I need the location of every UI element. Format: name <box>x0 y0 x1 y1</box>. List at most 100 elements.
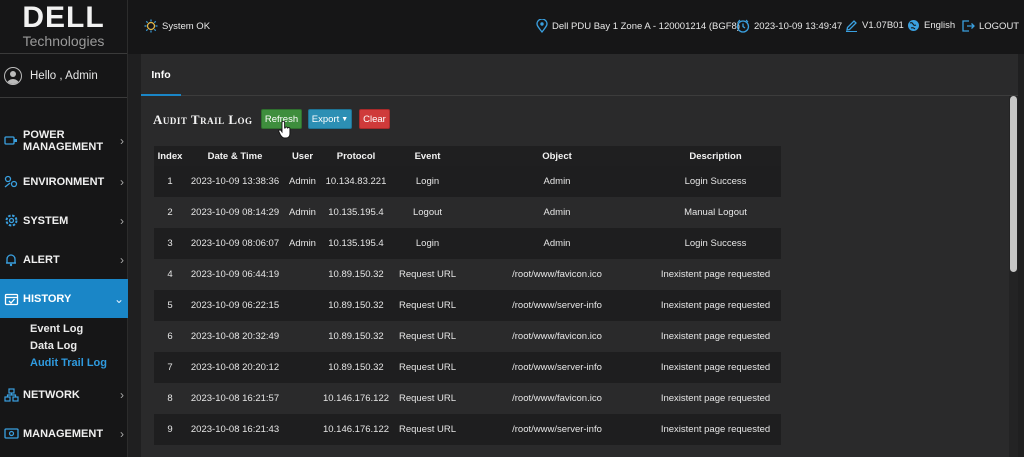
table-cell: 4 <box>154 259 186 290</box>
column-header: User <box>284 146 321 166</box>
version-text: V1.07B01 <box>862 20 904 31</box>
table-cell: 9 <box>154 414 186 445</box>
table-row[interactable]: 1 2023-10-09 13:38:36 Admin 10.134.83.221 Lo… <box>154 166 781 197</box>
chevron-right-icon: › <box>120 174 124 189</box>
caret-down-icon: ▼ <box>341 115 349 123</box>
device-location: Dell PDU Bay 1 Zone A - 120001214 (BGF8) <box>536 19 740 33</box>
table-cell: Admin <box>284 197 321 228</box>
top-bar: System OK Dell PDU Bay 1 Zone A - 120001… <box>128 0 1024 54</box>
table-cell <box>284 414 321 445</box>
table-cell: 10.146.176.122 <box>321 414 391 445</box>
table-cell: Inexistent page requested <box>650 352 781 383</box>
sidebar-item-label: NETWORK <box>23 388 80 401</box>
table-cell: Admin <box>284 166 321 197</box>
firmware-version: V1.07B01 <box>845 19 904 32</box>
table-cell: Request URL <box>391 352 464 383</box>
sidebar-item-management[interactable]: MANAGEMENT › <box>0 414 128 453</box>
table-cell: 1 <box>154 166 186 197</box>
table-cell: 2023-10-09 13:38:36 <box>186 166 284 197</box>
power-icon <box>2 132 20 150</box>
sidebar-item-label: HISTORY <box>23 292 72 305</box>
sidebar-item-label: SYSTEM <box>23 214 69 227</box>
network-icon <box>2 386 20 404</box>
greeting-text: Hello , Admin <box>30 69 98 82</box>
column-header: Object <box>464 146 650 166</box>
table-cell: 2023-10-09 08:14:29 <box>186 197 284 228</box>
submenu-data-log[interactable]: Data Log <box>0 338 128 355</box>
chevron-right-icon: › <box>120 387 124 402</box>
submenu-audit-trail-log[interactable]: Audit Trail Log <box>0 355 128 372</box>
table-row[interactable]: 2 2023-10-09 08:14:29 Admin 10.135.195.4 Log… <box>154 197 781 228</box>
table-cell <box>284 290 321 321</box>
chevron-down-icon: ⌄ <box>113 291 124 306</box>
logout-button[interactable]: LOGOUT <box>961 19 1019 33</box>
bell-icon <box>2 251 20 269</box>
nav-menu: POWER MANAGEMENT › ENVIRONMENT › SYSTEM … <box>0 120 128 453</box>
sidebar-item-power-management[interactable]: POWER MANAGEMENT › <box>0 120 128 162</box>
avatar-icon <box>4 66 22 85</box>
table-cell: Logout <box>391 197 464 228</box>
table-cell: Inexistent page requested <box>650 383 781 414</box>
submenu-event-log[interactable]: Event Log <box>0 321 128 338</box>
table-row[interactable]: 5 2023-10-09 06:22:15 10.89.150.32 Request … <box>154 290 781 321</box>
table-cell: Request URL <box>391 414 464 445</box>
table-row[interactable]: 7 2023-10-08 20:20:12 10.89.150.32 Request … <box>154 352 781 383</box>
sidebar-item-label: POWER <box>23 129 65 141</box>
status-text: System OK <box>162 20 211 32</box>
table-cell: Admin <box>464 228 650 259</box>
table-cell: /root/www/server-info <box>464 352 650 383</box>
table-cell: Login <box>391 228 464 259</box>
sidebar-item-system[interactable]: SYSTEM › <box>0 201 128 240</box>
scrollbar-thumb[interactable] <box>1010 96 1017 272</box>
table-row[interactable]: 8 2023-10-08 16:21:57 10.146.176.122 Reques… <box>154 383 781 414</box>
sidebar-item-alert[interactable]: ALERT › <box>0 240 128 279</box>
sidebar-item-history[interactable]: HISTORY ⌄ <box>0 279 128 318</box>
table-cell: Login <box>391 166 464 197</box>
table-cell: Admin <box>284 228 321 259</box>
system-status: System OK <box>144 19 210 33</box>
datetime: 2023-10-09 13:49:47 <box>736 19 842 33</box>
sidebar: DELL Technologies Hello , Admin POWER MA… <box>0 0 128 457</box>
table-cell: 3 <box>154 228 186 259</box>
table-cell: 8 <box>154 383 186 414</box>
calendar-icon <box>2 290 20 308</box>
system-status-icon <box>144 19 158 33</box>
table-row[interactable]: 6 2023-10-08 20:32:49 10.89.150.32 Request … <box>154 321 781 352</box>
tab-bar: Info <box>141 54 1018 96</box>
logout-text: LOGOUT <box>979 20 1020 32</box>
table-cell: Inexistent page requested <box>650 321 781 352</box>
table-cell: Login Success <box>650 166 781 197</box>
sidebar-item-network[interactable]: NETWORK › <box>0 375 128 414</box>
table-row[interactable]: 4 2023-10-09 06:44:19 10.89.150.32 Request … <box>154 259 781 290</box>
management-icon <box>2 425 20 443</box>
table-row[interactable]: 3 2023-10-09 08:06:07 Admin 10.135.195.4 Log… <box>154 228 781 259</box>
language-select[interactable]: English <box>907 19 955 32</box>
table-cell: 2023-10-09 08:06:07 <box>186 228 284 259</box>
table-row[interactable]: 9 2023-10-08 16:21:43 10.146.176.122 Reques… <box>154 414 781 445</box>
table-header-row: Index Date & Time User Protocol Event Ob… <box>154 146 781 166</box>
table-cell: /root/www/favicon.ico <box>464 321 650 352</box>
chevron-right-icon: › <box>120 134 124 148</box>
column-header: Event <box>391 146 464 166</box>
table-cell <box>284 259 321 290</box>
export-button[interactable]: Export ▼ <box>308 109 352 129</box>
export-label: Export <box>311 113 340 125</box>
history-submenu: Event Log Data Log Audit Trail Log <box>0 318 128 375</box>
sidebar-item-environment[interactable]: ENVIRONMENT › <box>0 162 128 201</box>
vertical-scrollbar[interactable] <box>1009 96 1018 457</box>
page-title: Audit Trail Log <box>153 112 253 127</box>
table-cell: 10.135.195.4 <box>321 228 391 259</box>
table-cell: Login Success <box>650 228 781 259</box>
clear-button[interactable]: Clear <box>359 109 390 129</box>
table-cell: 7 <box>154 352 186 383</box>
dell-logo[interactable]: DELL Technologies <box>0 0 127 54</box>
table-cell: 10.134.83.221 <box>321 166 391 197</box>
hand-cursor-icon <box>278 121 291 139</box>
tab-info[interactable]: Info <box>141 54 181 96</box>
table-cell: /root/www/favicon.ico <box>464 259 650 290</box>
environment-icon <box>2 173 20 191</box>
table-cell: Admin <box>464 166 650 197</box>
brand-sub: Technologies <box>22 33 105 49</box>
chevron-right-icon: › <box>120 252 124 267</box>
user-greeting[interactable]: Hello , Admin <box>0 54 127 98</box>
